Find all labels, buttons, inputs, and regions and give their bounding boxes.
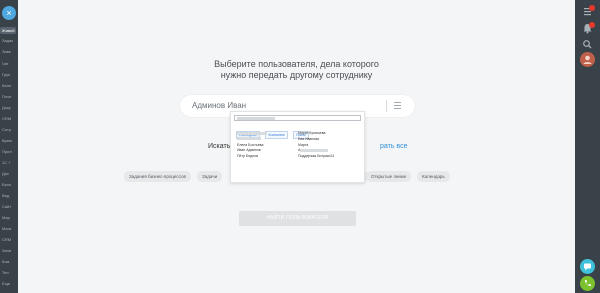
search-divider [386,100,387,112]
sidebar-item[interactable]: Вид [2,193,9,198]
close-icon[interactable]: × [2,6,16,20]
chip-calendar[interactable]: Календарь [417,171,450,182]
popup-search-input[interactable] [234,115,361,121]
user-selector-popup: Последние Компания Поиск Елена Боотьева … [230,111,365,183]
sidebar-item[interactable]: Сайт [2,204,11,209]
sidebar-item[interactable]: Еще [2,281,10,286]
user-item[interactable]: Пётр Беднов [237,154,267,160]
page-title: Выберите пользователя, дела которого нуж… [18,59,575,81]
menu-icon[interactable] [394,102,401,109]
popup-list-right: Марат Кунишева Ева Иванова Марта А Подде… [298,131,334,160]
sidebar-item[interactable]: Доку [2,105,11,110]
sidebar-item[interactable]: Груп [2,72,10,77]
list-icon[interactable] [580,4,595,19]
tab-company[interactable]: Компания [265,131,288,139]
sidebar-item[interactable]: Кале [2,83,11,88]
left-sidebar: × Живой Задач Заве Чат Груп Кале Поче До… [0,0,18,293]
sidebar-item[interactable]: CRM [2,237,11,242]
sidebar-item[interactable]: Тел [2,270,9,275]
chat-icon[interactable] [580,259,595,274]
chip-bizproc[interactable]: Задания бизнес-процессов [124,171,191,182]
sidebar-item[interactable]: Дис [2,171,9,176]
chip-open-lines[interactable]: Открытые линии [366,171,411,182]
sidebar-item[interactable]: CRM [2,116,11,121]
popup-list-left: Елена Боотьева Иван Админов Пётр Беднов [237,131,267,160]
main-panel: Выберите пользователя, дела которого нуж… [18,0,575,293]
badge-icon [589,22,595,28]
search-icon[interactable] [580,37,595,52]
user-item[interactable] [237,131,267,137]
search-all-link[interactable]: рать все [380,143,407,150]
sidebar-item[interactable]: Бизн [2,182,11,187]
phone-icon[interactable] [580,276,595,291]
app-root: × Живой Задач Заве Чат Груп Кале Поче До… [0,0,600,293]
sidebar-item[interactable]: Запи [2,248,11,253]
title-line-2: нужно передать другому сотруднику [220,70,373,80]
title-line-1: Выберите пользователя, дела которого [214,59,379,69]
search-value: Админов Иван [192,101,247,110]
sidebar-item[interactable]: Ком [2,259,9,264]
sidebar-item[interactable]: Мага [2,226,11,231]
right-sidebar [575,0,600,293]
sidebar-item[interactable]: Врем [2,138,12,143]
sidebar-item[interactable]: Заве [2,49,11,54]
sidebar-item-active[interactable]: Живой [0,27,17,34]
sidebar-item[interactable]: Прил [2,149,12,154]
sidebar-item[interactable]: 1С + [2,160,11,165]
find-user-button[interactable]: НАЙТИ ПОЛЬЗОВАТЕЛЯ [239,211,356,226]
sidebar-item[interactable]: Мар [2,215,10,220]
popup-input-value [237,117,275,120]
sidebar-item[interactable]: Задач [2,38,13,43]
badge-icon [589,5,595,11]
sidebar-item[interactable]: Поче [2,94,11,99]
avatar-icon[interactable] [580,52,595,67]
sidebar-item[interactable]: Чат [2,61,9,66]
chip-tasks[interactable]: Задачи [197,171,223,182]
bell-icon[interactable] [580,21,595,36]
sidebar-item[interactable]: Сотр [2,127,11,132]
user-item[interactable]: Поддержка Битрикс24 [298,154,334,160]
